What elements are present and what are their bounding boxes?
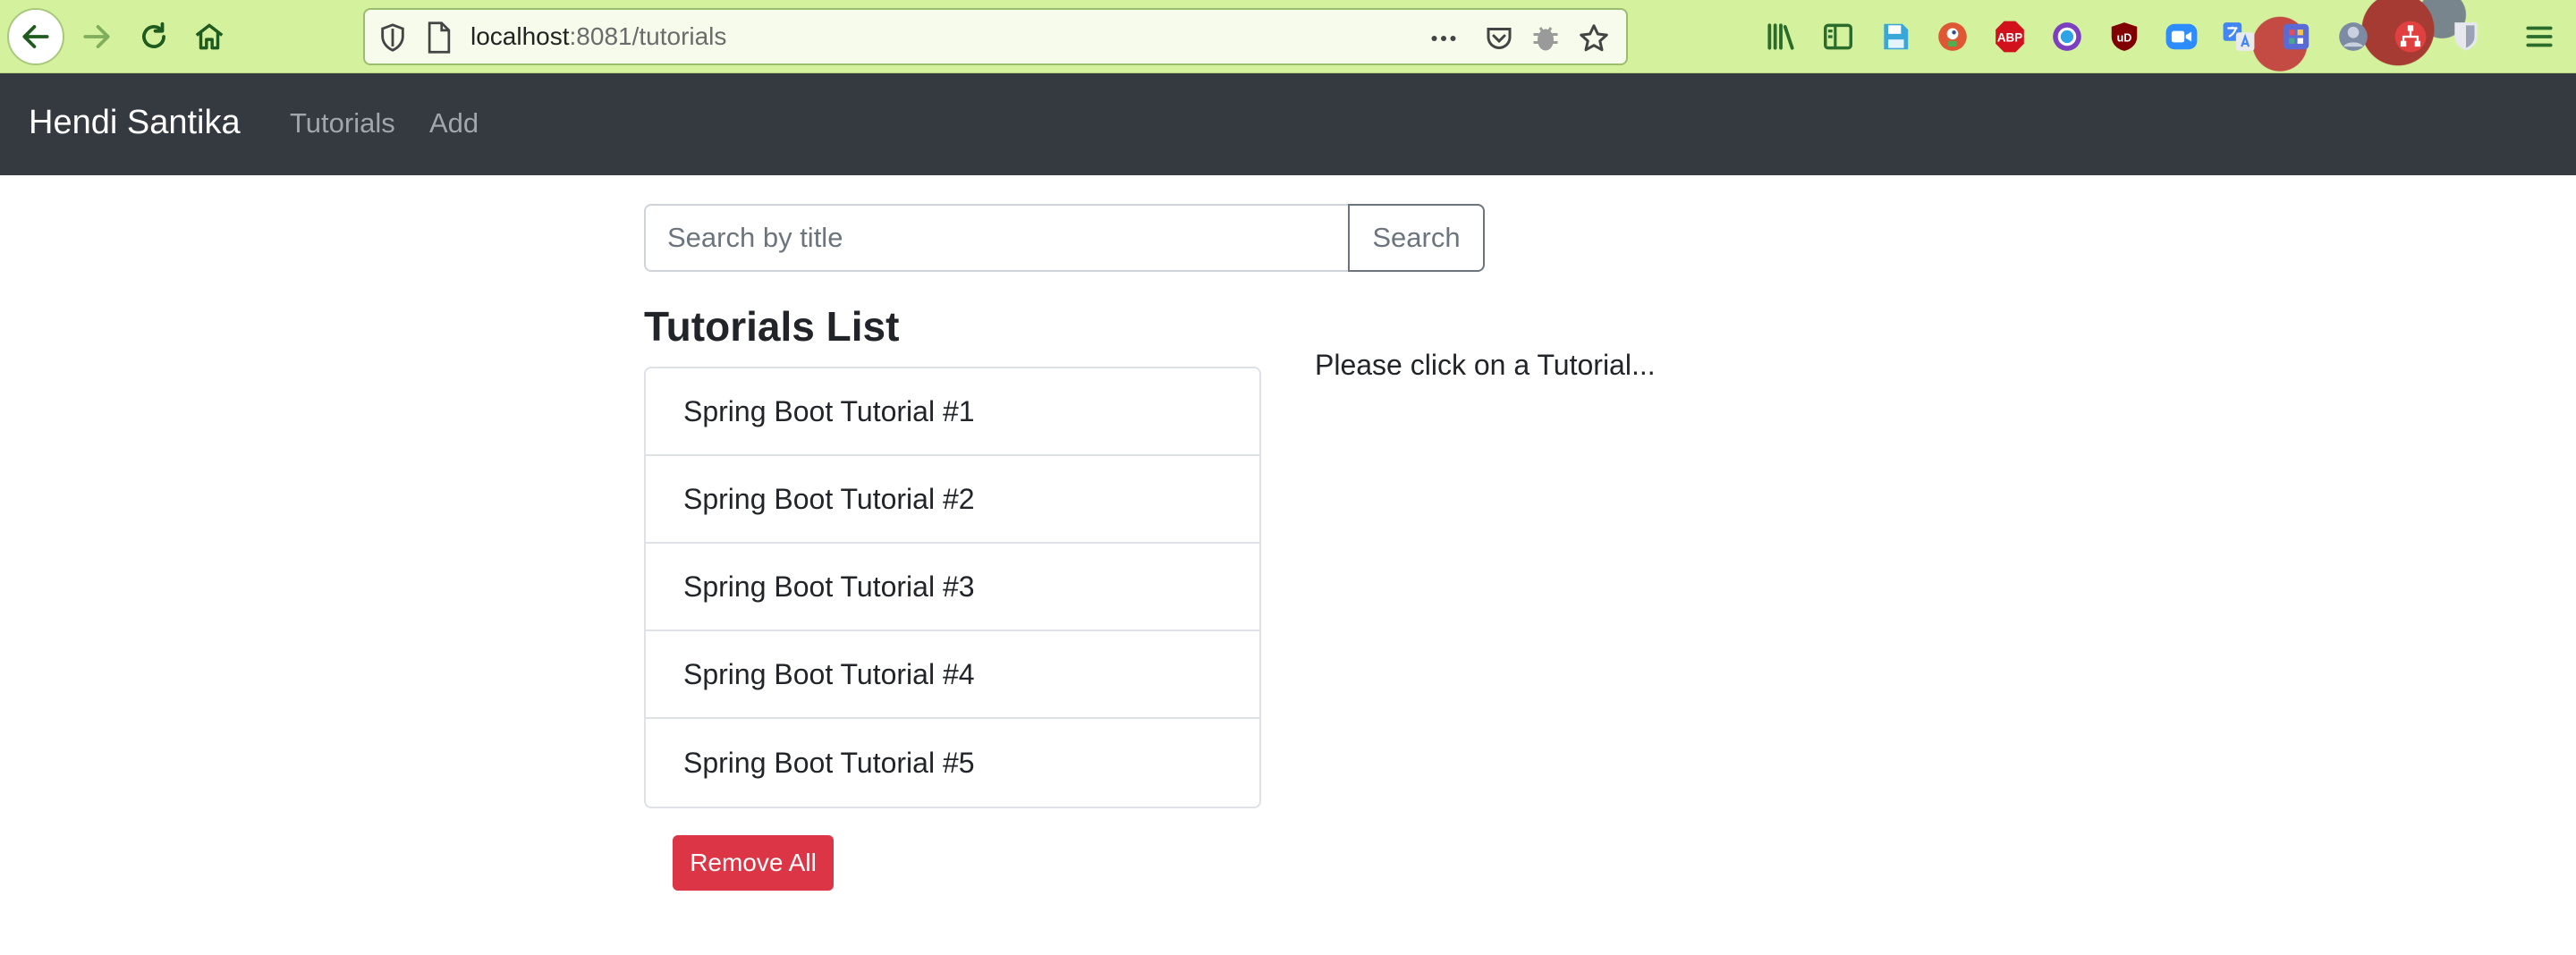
duckduckgo-icon[interactable] — [1936, 20, 1970, 54]
forward-button[interactable] — [68, 8, 125, 65]
browser-toolbar: localhost:8081/tutorials ABP uD — [0, 0, 2576, 73]
app-navbar: Hendi Santika Tutorials Add — [0, 73, 2576, 175]
ublock-icon[interactable]: uD — [2107, 20, 2141, 54]
pocket-icon[interactable] — [1483, 22, 1515, 55]
tutorial-list-item[interactable]: Spring Boot Tutorial #1 — [646, 368, 1259, 456]
reload-icon — [142, 21, 165, 48]
address-bar[interactable]: localhost:8081/tutorials — [363, 8, 1628, 65]
tutorials-list-title: Tutorials List — [644, 303, 900, 350]
tutorial-list-item[interactable]: Spring Boot Tutorial #2 — [646, 456, 1259, 544]
reload-button[interactable] — [125, 8, 182, 65]
sitemap-icon[interactable] — [2394, 20, 2428, 54]
tutorials-list: Spring Boot Tutorial #1 Spring Boot Tuto… — [644, 367, 1261, 808]
brand-link[interactable]: Hendi Santika — [29, 104, 241, 142]
menu-icon[interactable] — [2522, 20, 2556, 54]
search-input[interactable] — [644, 204, 1350, 272]
sidebar-icon[interactable] — [1821, 20, 1855, 54]
url-host: localhost — [470, 22, 570, 50]
tutorial-detail-hint: Please click on a Tutorial... — [1315, 349, 1656, 381]
bitwarden-icon[interactable] — [2449, 20, 2483, 54]
ublock-label: uD — [2117, 32, 2132, 45]
page-info-icon[interactable] — [424, 21, 454, 55]
adblock-plus-icon[interactable]: ABP — [1993, 20, 2027, 54]
search-button[interactable]: Search — [1348, 204, 1485, 272]
search-group: Search — [644, 204, 1485, 272]
nav-link-add[interactable]: Add — [429, 107, 479, 139]
tutorial-list-item[interactable]: Spring Boot Tutorial #3 — [646, 544, 1259, 631]
home-icon — [195, 23, 224, 50]
tutorial-list-item[interactable]: Spring Boot Tutorial #4 — [646, 631, 1259, 719]
remove-all-button[interactable]: Remove All — [673, 835, 834, 891]
nav-link-tutorials[interactable]: Tutorials — [290, 107, 395, 139]
color-picker-icon[interactable] — [2050, 20, 2084, 54]
arrow-right-icon — [83, 25, 110, 48]
url-text: localhost:8081/tutorials — [470, 22, 726, 51]
extension-icon[interactable] — [2279, 20, 2313, 54]
back-button[interactable] — [7, 8, 64, 65]
url-path: :8081/tutorials — [569, 22, 727, 50]
tutorial-list-item[interactable]: Spring Boot Tutorial #5 — [646, 719, 1259, 807]
home-button[interactable] — [181, 8, 238, 65]
zoom-icon[interactable] — [2165, 20, 2199, 54]
bookmark-star-icon[interactable] — [1578, 22, 1610, 55]
avatar-extension-icon[interactable] — [2336, 20, 2370, 54]
bug-icon[interactable] — [1530, 22, 1562, 55]
arrow-left-icon — [22, 25, 49, 48]
tracking-shield-icon[interactable] — [377, 22, 408, 53]
save-icon[interactable] — [1878, 20, 1912, 54]
library-icon[interactable] — [1764, 20, 1798, 54]
adblock-plus-label: ABP — [1997, 31, 2022, 45]
translate-icon[interactable] — [2222, 20, 2256, 54]
more-actions-icon[interactable] — [1428, 22, 1460, 55]
